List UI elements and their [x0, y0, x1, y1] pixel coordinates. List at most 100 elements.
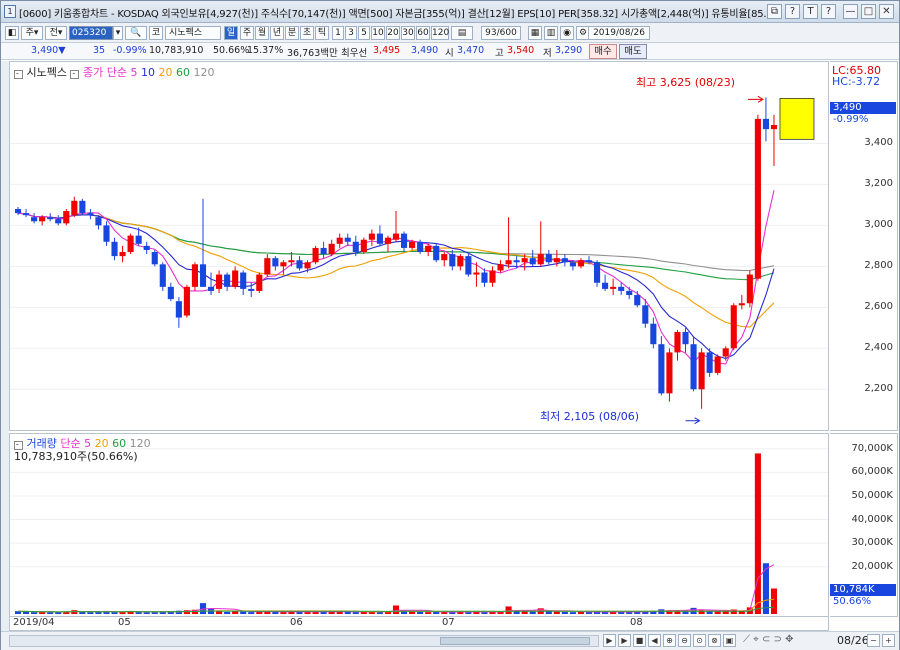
candle-body — [352, 241, 359, 253]
period-month[interactable]: 월 — [255, 26, 269, 40]
code-dropdown-icon[interactable]: ▾ — [113, 26, 123, 40]
candle-body — [577, 260, 585, 267]
zoom-reset-icon[interactable]: ⊙ — [693, 634, 706, 647]
candle-body — [666, 352, 673, 394]
text-icon[interactable]: T — [803, 4, 818, 19]
stock-name[interactable]: 시노펙스 — [165, 26, 221, 40]
grid-icon[interactable]: ▦ — [528, 26, 542, 40]
period-year[interactable]: 년 — [270, 26, 284, 40]
period-tick[interactable]: 틱 — [315, 26, 329, 40]
legend-toggle-icon[interactable]: ╴ — [70, 70, 80, 79]
date-input[interactable]: 2019/08/26 — [588, 26, 650, 40]
search-icon[interactable]: 🔍 — [125, 26, 147, 40]
volume-bar — [143, 612, 150, 614]
open-label: 시 — [445, 48, 454, 59]
count-input[interactable]: 93/600 — [481, 26, 521, 40]
highlight-box — [779, 97, 815, 140]
candle-body — [521, 258, 528, 263]
candle-body — [417, 241, 424, 253]
close-button[interactable]: ✕ — [879, 4, 894, 19]
candle-body — [481, 272, 488, 283]
interval-20[interactable]: 20 — [386, 26, 400, 40]
interval-30[interactable]: 30 — [401, 26, 415, 40]
range-select[interactable]: 전▾ — [45, 26, 67, 40]
title-bar: 1 [0600] 키움종합차트 - KOSDAQ 외국인보유[4,927(천)]… — [1, 1, 899, 23]
volume-bar — [79, 611, 86, 614]
play-icon[interactable]: ▶ — [618, 634, 631, 647]
candle-body — [674, 331, 681, 353]
high-annotation: 최고 3,625 (08/23) — [636, 76, 736, 89]
type-select[interactable]: 주▾ — [21, 26, 43, 40]
minus-icon[interactable]: − — [867, 634, 880, 647]
legend-stock-name: 시노펙스 — [26, 66, 67, 79]
full-icon[interactable]: ▣ — [723, 634, 736, 647]
candle-body — [730, 305, 737, 349]
buy-button[interactable]: 매수 — [589, 44, 617, 59]
market-select[interactable]: 코 — [149, 26, 163, 40]
zoom-in-icon[interactable]: ⊕ — [663, 634, 676, 647]
stock-code-input[interactable]: 025320 — [69, 26, 113, 40]
interval-3[interactable]: 3 — [345, 26, 357, 40]
period-minute[interactable]: 분 — [285, 26, 299, 40]
candle-body — [175, 301, 182, 318]
interval-1[interactable]: 1 — [332, 26, 344, 40]
candle-body — [240, 272, 247, 289]
window-number-icon[interactable]: 1 — [4, 5, 16, 18]
plus-icon[interactable]: + — [882, 634, 895, 647]
candle-body — [47, 217, 54, 220]
scroll-thumb[interactable] — [440, 637, 590, 645]
candle-body — [87, 213, 94, 216]
candle-body — [95, 217, 102, 226]
candle-body — [497, 264, 504, 271]
candle-body — [304, 262, 311, 269]
link-icon[interactable]: ⧉ — [767, 4, 782, 19]
candle-body — [650, 323, 657, 345]
scroll-left-icon[interactable]: ▶ — [603, 634, 616, 647]
pin-icon[interactable]: ◉ — [560, 26, 574, 40]
maximize-button[interactable]: □ — [861, 4, 876, 19]
help-icon[interactable]: ? — [785, 4, 800, 19]
volume-bar — [425, 612, 432, 614]
volume-bar — [224, 611, 231, 614]
layout-icon[interactable]: ◧ — [5, 26, 19, 40]
sell-button[interactable]: 매도 — [619, 44, 647, 59]
price-chart[interactable]: ╴ 시노펙스 ╴ 종가 단순 5 10 20 60 120 최고 3,625 (… — [9, 61, 829, 431]
legend-ma-label: 종가 단순 — [82, 66, 127, 79]
candle-body — [376, 233, 383, 244]
candle-body — [505, 260, 512, 265]
volume-chart[interactable]: ╴ 거래량 단순 5 20 60 120 10,783,910주(50.66%) — [9, 433, 829, 617]
interval-60[interactable]: 60 — [416, 26, 430, 40]
period-week[interactable]: 주 — [240, 26, 254, 40]
volume-bar — [248, 612, 255, 614]
high-price: 3,540 — [507, 45, 535, 56]
vol-ma5-line — [17, 564, 775, 613]
volume-bar — [417, 611, 424, 614]
interval-10[interactable]: 10 — [371, 26, 385, 40]
drawing-tools[interactable]: ⟋ ⌖ ⊂ ⊃ ✥ — [743, 634, 823, 648]
period-day[interactable]: 일 — [224, 26, 238, 40]
toolbar-row: ◧ 주▾ 전▾ 025320 ▾ 🔍 코 시노펙스 일 주 월 년 분 초 틱 … — [1, 23, 899, 43]
minimize-button[interactable]: — — [843, 4, 858, 19]
candle-body — [553, 258, 560, 263]
period-second[interactable]: 초 — [300, 26, 314, 40]
collapse-icon[interactable]: ╴ — [14, 70, 23, 79]
legend-ma5: 5 — [130, 66, 138, 79]
zoom-out-icon[interactable]: ⊖ — [678, 634, 691, 647]
x-label-jul: 07 — [442, 617, 455, 628]
info-icon[interactable]: ? — [821, 4, 836, 19]
current-price: 3,490▼ — [31, 45, 66, 56]
zoom-fit-icon[interactable]: ⊗ — [708, 634, 721, 647]
volume-tick-label: 60,000K — [851, 466, 893, 478]
split-icon[interactable]: ▥ — [544, 26, 558, 40]
candle-body — [762, 118, 769, 130]
stop-icon[interactable]: ■ — [633, 634, 646, 647]
interval-5[interactable]: 5 — [358, 26, 370, 40]
settings-icon[interactable]: ▤ — [451, 26, 473, 40]
horizontal-scrollbar[interactable] — [9, 635, 599, 647]
x-label-may: 05 — [118, 617, 131, 628]
ask-price: 3,490 — [411, 45, 439, 56]
candle-body — [714, 356, 721, 373]
interval-120[interactable]: 120 — [431, 26, 449, 40]
candle-body — [119, 252, 126, 257]
step-back-icon[interactable]: ◀ — [648, 634, 661, 647]
